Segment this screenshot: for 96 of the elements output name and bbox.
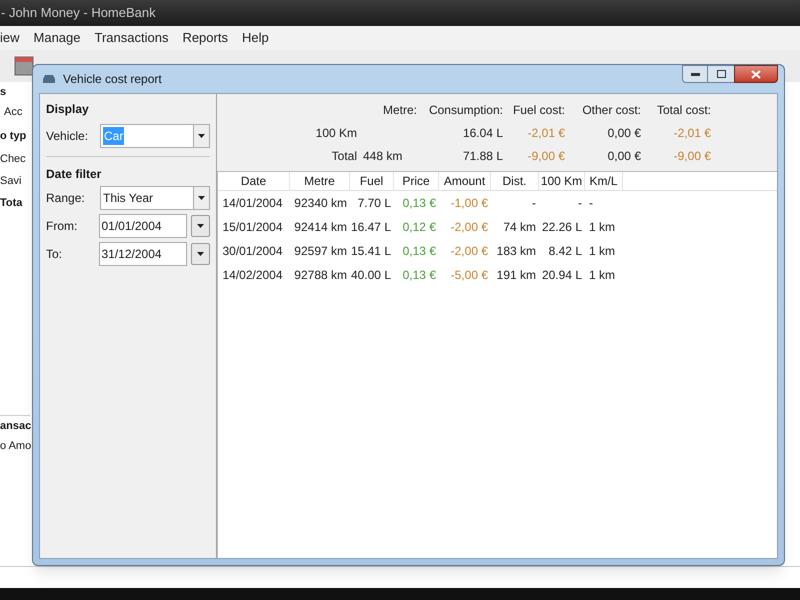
sidebar-text: Chec: [0, 152, 26, 167]
field-label: From:: [46, 218, 78, 235]
calendar-button[interactable]: [190, 243, 210, 265]
section-heading: Date filter: [46, 166, 102, 183]
sidebar-text: o typ: [0, 129, 26, 144]
table-cell-text: 22.26 L: [540, 219, 583, 236]
dialog-title: Vehicle cost report: [63, 71, 162, 88]
field-label: Range:: [46, 190, 86, 207]
table-cell-text: 0,13 €: [402, 243, 437, 260]
table-cell-text: -2,00 €: [450, 243, 489, 260]
table-cell-text: 40.00 L: [350, 267, 392, 284]
summary-value: 448 km: [362, 148, 404, 165]
table-cell-text: 7.70 L: [356, 195, 392, 212]
table-cell-text: 16.47 L: [350, 219, 392, 236]
menu-item[interactable]: iew: [0, 28, 20, 48]
table-cell-text: -2,00 €: [450, 219, 489, 236]
summary-value: 0,00 €: [606, 148, 641, 165]
summary-value: -9,00 €: [526, 148, 565, 165]
combo-value: This Year: [103, 190, 154, 207]
field-label: Vehicle:: [46, 128, 90, 145]
column-header[interactable]: Fuel: [350, 172, 394, 190]
table-cell-text: 8.42 L: [548, 243, 583, 260]
summary-value: -9,00 €: [672, 148, 711, 165]
dropdown-arrow-icon: [196, 224, 204, 228]
summary-value: 0,00 €: [606, 125, 641, 142]
table-cell-text: 92414 km: [293, 219, 348, 236]
dropdown-arrow-icon: [198, 196, 205, 200]
calendar-icon[interactable]: [14, 55, 34, 77]
car-icon: [41, 73, 57, 85]
window-title: - John Money - HomeBank: [1, 4, 156, 22]
sidebar-text: Savi: [0, 174, 22, 189]
calendar-button[interactable]: [190, 215, 210, 237]
summary-value: 71.88 L: [462, 148, 503, 165]
table-cell-text: 74 km: [502, 219, 537, 236]
menu-item[interactable]: Transactions: [94, 28, 168, 48]
minimize-icon: [690, 72, 700, 76]
menu-item[interactable]: Help: [242, 28, 269, 48]
sidebar-text: Tota: [0, 196, 22, 211]
date-field[interactable]: 01/01/2004: [98, 214, 186, 238]
column-label: Consumption:: [428, 102, 503, 119]
table-cell-text: 0,13 €: [402, 267, 437, 284]
column-header[interactable]: Metre: [290, 172, 350, 190]
table-cell-text: 1 km: [588, 219, 616, 236]
dropdown-arrow-icon: [198, 134, 205, 138]
table-cell-text: 1 km: [588, 243, 616, 260]
column-label: Fuel cost:: [512, 102, 565, 119]
table-cell-text: 92788 km: [293, 267, 348, 284]
table-cell-text: 14/02/2004: [221, 267, 284, 284]
panel-text: ansac: [0, 419, 32, 434]
date-field[interactable]: 31/12/2004: [98, 242, 186, 266]
maximize-button[interactable]: [708, 65, 734, 83]
table-cell-text: 1 km: [588, 267, 616, 284]
table-cell-text: -1,00 €: [450, 195, 489, 212]
menu-item[interactable]: Manage: [34, 28, 80, 48]
column-header[interactable]: 100 Km: [539, 172, 585, 190]
column-header[interactable]: Date: [218, 172, 290, 190]
field-label: To:: [46, 246, 64, 263]
summary-value: 16.04 L: [462, 125, 503, 142]
combo-value: Car: [103, 127, 124, 145]
table-cell-text: 92340 km: [293, 195, 348, 212]
table-cell-text: 15/01/2004: [221, 219, 284, 236]
column-label: Metre:: [382, 102, 417, 119]
column-label: Total cost:: [656, 102, 711, 119]
sidebar-text: s: [0, 85, 6, 100]
table-cell-text: 15.41 L: [350, 243, 392, 260]
column-header[interactable]: Price: [394, 172, 439, 190]
table-cell-text: 0,13 €: [402, 195, 437, 212]
close-button[interactable]: [734, 65, 778, 83]
table-cell-text: -5,00 €: [450, 267, 489, 284]
table-cell-text: 30/01/2004: [221, 243, 284, 260]
column-header[interactable]: Amount: [439, 172, 491, 190]
table-cell-text: 20.94 L: [540, 267, 583, 284]
summary-value: -2,01 €: [672, 125, 711, 142]
maximize-icon: [716, 70, 726, 78]
table-cell-text: 14/01/2004: [221, 195, 284, 212]
table-cell-text: -: [577, 195, 583, 212]
panel-text: o Amo: [0, 439, 32, 454]
close-icon: [751, 70, 761, 78]
dropdown-arrow-icon: [196, 252, 204, 256]
summary-value: 100 Km: [314, 125, 357, 142]
table-cell-text: -: [588, 195, 594, 212]
table-cell-text: -: [531, 195, 537, 212]
table-cell-text: 92597 km: [293, 243, 348, 260]
sidebar-text: Acc: [3, 105, 22, 120]
column-label: Other cost:: [581, 102, 641, 119]
section-heading: Display: [46, 101, 90, 118]
table-cell-text: 183 km: [496, 243, 537, 260]
range-combo[interactable]: This Year: [100, 186, 210, 210]
column-header[interactable]: Dist.: [491, 172, 539, 190]
menu-item[interactable]: Reports: [182, 28, 228, 48]
summary-value: Total: [330, 148, 357, 165]
minimize-button[interactable]: [682, 65, 708, 83]
table-cell-text: 0,12 €: [402, 219, 437, 236]
summary-value: -2,01 €: [526, 125, 565, 142]
table-cell-text: 191 km: [496, 267, 537, 284]
column-header[interactable]: Km/L: [585, 172, 623, 190]
